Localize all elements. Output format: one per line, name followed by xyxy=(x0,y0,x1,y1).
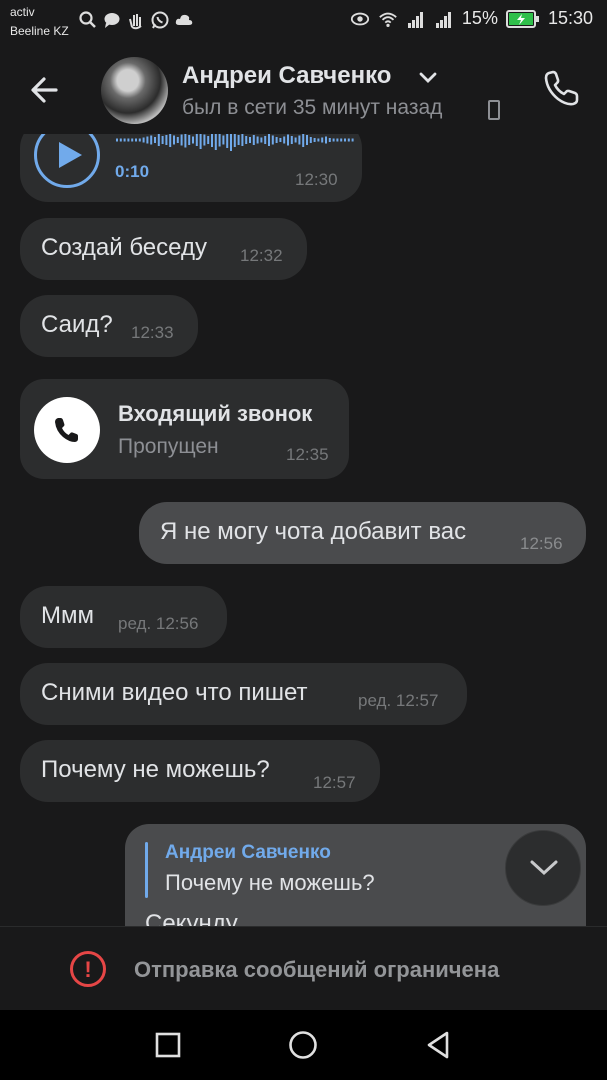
gesture-icon xyxy=(129,14,142,30)
message-text: Секунду xyxy=(145,910,238,926)
system-navigation-bar xyxy=(0,1010,607,1080)
scroll-to-bottom-button[interactable] xyxy=(505,830,581,906)
chat-bubble-icon xyxy=(104,13,120,28)
message-time: ред. 12:57 xyxy=(358,691,439,710)
message-time: 12:35 xyxy=(286,445,329,464)
contact-name[interactable]: Андреи Савченко xyxy=(182,62,391,90)
message-text: Создай беседу xyxy=(41,234,207,261)
call-title: Входящий звонок xyxy=(118,401,313,426)
message-list[interactable]: 0:10 12:30 Создай беседу 12:32 Саид? 12:… xyxy=(0,134,607,926)
incoming-message[interactable]: Сними видео что пишет ред. 12:57 xyxy=(20,663,467,725)
battery-percent: 15% xyxy=(461,8,498,28)
message-time: 12:33 xyxy=(131,323,174,342)
message-text: Саид? xyxy=(41,311,113,338)
carrier-label: activ xyxy=(10,5,35,19)
chevron-down-icon xyxy=(530,860,558,876)
recent-apps-icon[interactable] xyxy=(151,1028,185,1062)
restriction-text: Отправка сообщений ограничена xyxy=(134,957,500,982)
carrier-label: Beeline KZ xyxy=(10,24,69,38)
eye-icon xyxy=(350,12,370,25)
notification-icons xyxy=(78,10,194,30)
chat-header: Андреи Савченко был в сети 35 минут наза… xyxy=(0,44,607,134)
status-bar: activ Beeline KZ 15% 15:30 xyxy=(0,0,607,44)
message-text: Сними видео что пишет xyxy=(41,679,308,706)
phone-icon xyxy=(55,418,78,442)
voice-duration: 0:10 xyxy=(115,162,150,181)
message-restriction-bar: ! Отправка сообщений ограничена xyxy=(0,926,607,1010)
message-time: 12:32 xyxy=(240,246,283,265)
message-time: ред. 12:56 xyxy=(118,614,199,633)
back-arrow-icon[interactable] xyxy=(26,70,66,110)
message-text: Почему не можешь? xyxy=(41,756,270,783)
play-button[interactable] xyxy=(34,134,100,188)
last-seen-status: был в сети 35 минут назад xyxy=(182,96,443,119)
reply-indicator-bar xyxy=(145,842,148,898)
avatar[interactable] xyxy=(101,57,168,124)
voice-message-bubble[interactable]: 0:10 12:30 xyxy=(20,134,362,202)
incoming-message[interactable]: Почему не можешь? 12:57 xyxy=(20,740,380,802)
cloud-icon xyxy=(175,14,193,25)
whatsapp-icon xyxy=(151,11,169,29)
play-icon xyxy=(59,142,82,168)
message-text: Я не могу чота добавит вас xyxy=(160,518,467,545)
alert-icon: ! xyxy=(70,951,106,987)
incoming-message[interactable]: Ммм ред. 12:56 xyxy=(20,586,227,648)
mobile-device-icon xyxy=(488,100,500,120)
incoming-message[interactable]: Саид? 12:33 xyxy=(20,295,198,357)
system-indicators: 15% 15:30 xyxy=(350,8,593,29)
call-icon-circle xyxy=(34,397,100,463)
signal-icon xyxy=(407,11,423,28)
clock: 15:30 xyxy=(547,8,593,28)
outgoing-message[interactable]: Я не могу чота добавит вас 12:56 xyxy=(139,502,586,564)
voice-waveform xyxy=(116,134,354,151)
wifi-icon xyxy=(379,12,397,27)
reply-author[interactable]: Андреи Савченко xyxy=(165,842,331,864)
incoming-message[interactable]: Создай беседу 12:32 xyxy=(20,218,307,280)
back-triangle-icon[interactable] xyxy=(421,1028,455,1062)
search-icon xyxy=(79,11,96,28)
message-time: 12:57 xyxy=(313,773,356,792)
call-status: Пропущен xyxy=(118,435,219,458)
chevron-down-icon[interactable] xyxy=(418,71,438,85)
signal-icon xyxy=(435,11,451,28)
message-time: 12:30 xyxy=(295,170,338,189)
home-icon[interactable] xyxy=(286,1028,320,1062)
reply-quote-text[interactable]: Почему не можешь? xyxy=(165,870,375,896)
message-text: Ммм xyxy=(41,602,94,629)
battery-charging-icon xyxy=(505,9,539,28)
missed-call-card[interactable]: Входящий звонок Пропущен 12:35 xyxy=(20,379,349,479)
phone-call-icon[interactable] xyxy=(540,66,584,110)
message-time: 12:56 xyxy=(520,534,563,553)
